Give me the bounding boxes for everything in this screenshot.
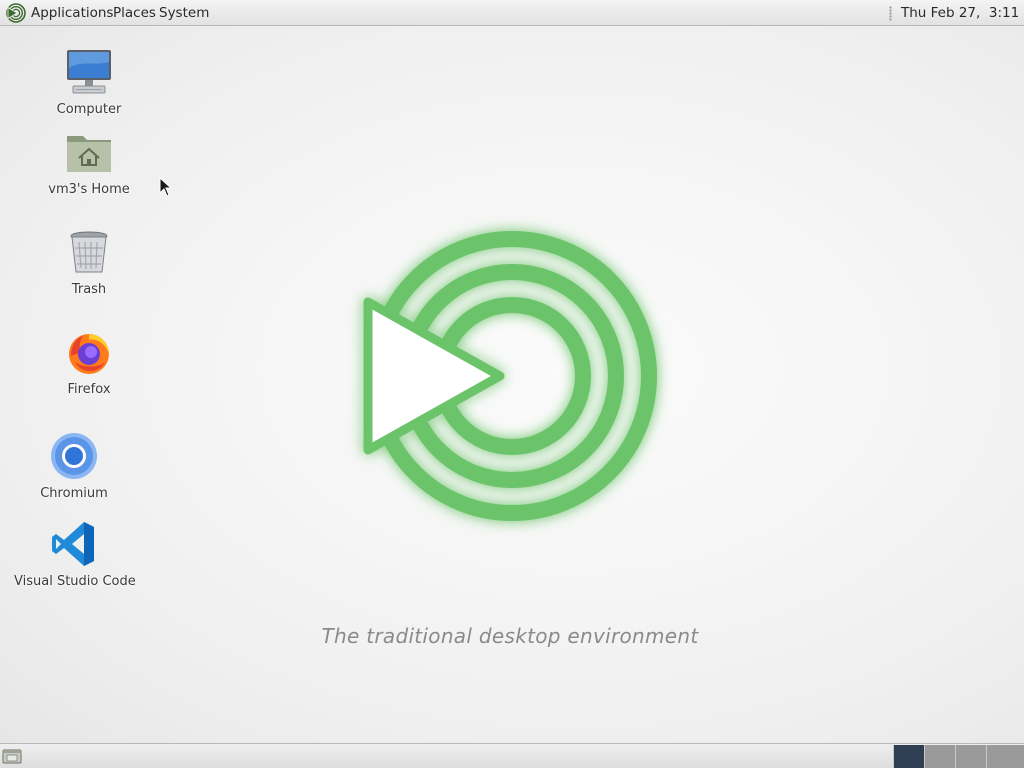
workspace-1[interactable]	[893, 745, 924, 768]
top-panel: Applications Places System Thu Feb 27, 3…	[0, 0, 1024, 26]
chromium-icon	[51, 433, 97, 479]
trash-icon	[70, 231, 108, 273]
mate-logo-icon[interactable]	[6, 3, 26, 23]
desktop-icon-label: Visual Studio Code	[14, 574, 136, 589]
workspace-3[interactable]	[955, 745, 986, 768]
panel-handle[interactable]	[889, 6, 892, 21]
desktop-icon-chromium[interactable]: Chromium	[14, 432, 134, 501]
desktop-icon-label: Chromium	[40, 486, 108, 501]
wallpaper-tagline: The traditional desktop environment	[321, 624, 699, 648]
clock[interactable]: Thu Feb 27, 3:11 PM	[901, 0, 1024, 26]
desktop-icon-label: Computer	[56, 102, 122, 117]
desktop-icon-label: Firefox	[67, 382, 111, 397]
desktop-icon-label: Trash	[71, 282, 107, 297]
mate-wallpaper-logo	[363, 231, 657, 521]
computer-icon	[67, 50, 111, 94]
desktop-icon-vscode[interactable]: Visual Studio Code	[14, 520, 136, 589]
firefox-icon	[69, 334, 109, 374]
places-menu[interactable]: Places	[113, 0, 156, 26]
desktop-icon-trash[interactable]: Trash	[29, 228, 149, 297]
workspace-4[interactable]	[986, 745, 1024, 768]
bottom-panel	[0, 743, 1024, 768]
show-desktop-button[interactable]	[2, 747, 22, 765]
workspace-2[interactable]	[924, 745, 955, 768]
mouse-cursor	[159, 177, 173, 197]
desktop-icon-computer[interactable]: Computer	[29, 48, 149, 117]
desktop-icon-home[interactable]: vm3's Home	[29, 128, 149, 197]
desktop[interactable]: The traditional desktop environment Comp…	[0, 26, 1024, 743]
home-folder-icon	[67, 136, 111, 172]
desktop-icon-firefox[interactable]: Firefox	[29, 328, 149, 397]
desktop-icon-label: vm3's Home	[48, 182, 130, 197]
vscode-icon	[52, 522, 94, 566]
applications-menu[interactable]: Applications	[31, 0, 113, 26]
system-menu[interactable]: System	[159, 0, 209, 26]
